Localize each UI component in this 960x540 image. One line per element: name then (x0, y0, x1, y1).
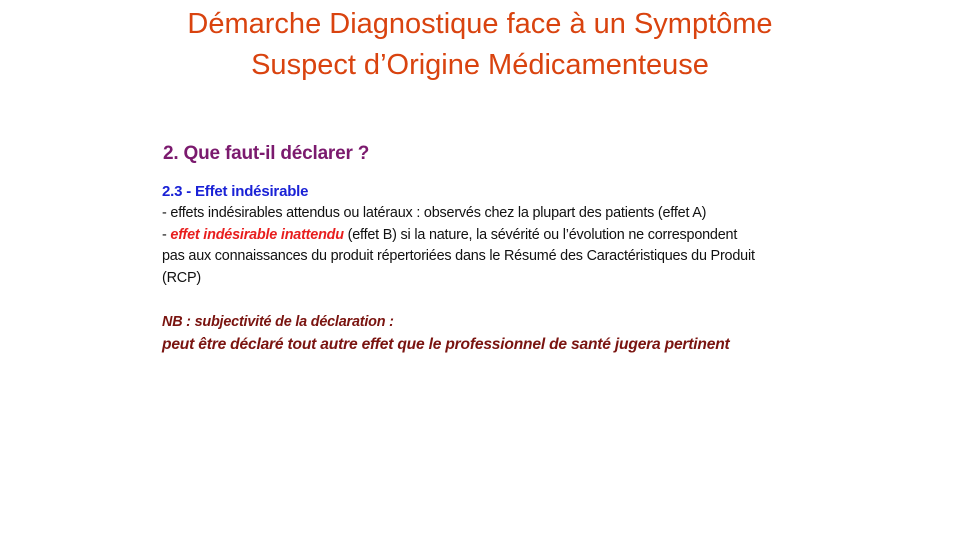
slide-body: 2.3 - Effet indésirable - effets indésir… (162, 181, 812, 356)
subsection-heading: 2.3 - Effet indésirable (162, 183, 309, 200)
unexpected-effect-emphasis: effet indésirable inattendu (170, 226, 344, 243)
list-item-unexpected-effects: - effet indésirable inattendu (effet B) … (162, 225, 812, 247)
slide-title-line-1: Démarche Diagnostique face à un Symptôme (187, 8, 773, 40)
slide-title: Démarche Diagnostique face à un Symptôme… (0, 4, 960, 86)
list-item-expected-effects: - effets indésirables attendus ou latéra… (162, 204, 707, 221)
nb-title: NB : subjectivité de la déclaration : (162, 313, 394, 330)
unexpected-effect-text-line-1: (effet B) si la nature, la sévérité ou l… (343, 226, 738, 243)
nb-text: peut être déclaré tout autre effet que l… (162, 335, 730, 353)
unexpected-effect-text-line-3: (RCP) (162, 270, 201, 287)
slide-title-line-2: Suspect d’Origine Médicamenteuse (251, 49, 709, 81)
unexpected-effect-text-line-2: pas aux connaissances du produit réperto… (162, 248, 755, 265)
section-heading: 2. Que faut-il déclarer ? (163, 143, 370, 164)
slide: Démarche Diagnostique face à un Symptôme… (0, 0, 960, 540)
